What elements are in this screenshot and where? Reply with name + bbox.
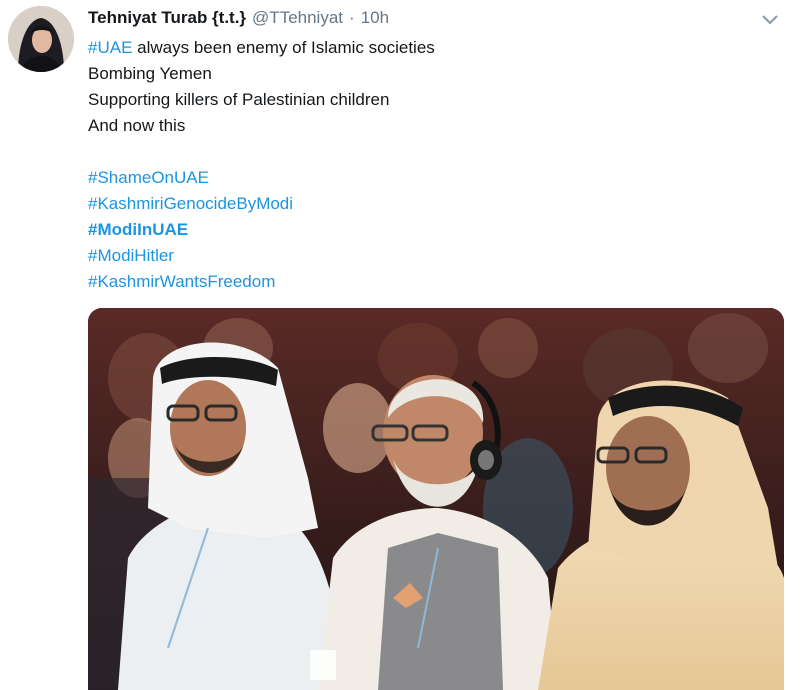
hashtag-row: #ModiInUAE xyxy=(88,217,778,243)
tweet-text-fragment: always been enemy of Islamic societies xyxy=(132,38,435,57)
avatar-photo xyxy=(8,6,74,72)
tweet-text-line: Bombing Yemen xyxy=(88,64,212,83)
line-break xyxy=(88,139,778,165)
author-avatar[interactable] xyxy=(8,6,74,72)
hashtag-link[interactable]: #KashmirWantsFreedom xyxy=(88,272,275,291)
hashtag-row: #ModiHitler xyxy=(88,243,778,269)
tweet-timestamp[interactable]: 10h xyxy=(361,8,389,28)
separator-dot: · xyxy=(349,8,355,27)
author-handle[interactable]: @TTehniyat xyxy=(252,8,343,28)
chevron-down-icon[interactable] xyxy=(758,8,782,32)
hashtag-row: #KashmirWantsFreedom xyxy=(88,269,778,295)
hashtag-link[interactable]: #KashmiriGenocideByModi xyxy=(88,194,293,213)
hashtag-link[interactable]: #UAE xyxy=(88,38,132,57)
hashtag-link[interactable]: #ModiHitler xyxy=(88,246,174,265)
tweet-text: #UAE always been enemy of Islamic societ… xyxy=(88,35,778,295)
tweet-text-line: Supporting killers of Palestinian childr… xyxy=(88,90,390,109)
tweet-text-line: And now this xyxy=(88,116,186,135)
hashtag-link[interactable]: #ShameOnUAE xyxy=(88,168,209,187)
hashtag-row: #KashmiriGenocideByModi xyxy=(88,191,778,217)
hashtag-row: #ShameOnUAE xyxy=(88,165,778,191)
tweet-text-line: #UAE always been enemy of Islamic societ… xyxy=(88,35,778,61)
tweet-header: Tehniyat Turab {t.t.} @TTehniyat · 10h xyxy=(88,8,389,32)
tweet-photo[interactable] xyxy=(88,308,784,690)
author-name[interactable]: Tehniyat Turab {t.t.} xyxy=(88,8,246,28)
tweet-card[interactable]: Tehniyat Turab {t.t.} @TTehniyat · 10h #… xyxy=(0,0,800,690)
hashtag-link-bold[interactable]: #ModiInUAE xyxy=(88,220,188,239)
photo-illustration xyxy=(88,308,784,690)
